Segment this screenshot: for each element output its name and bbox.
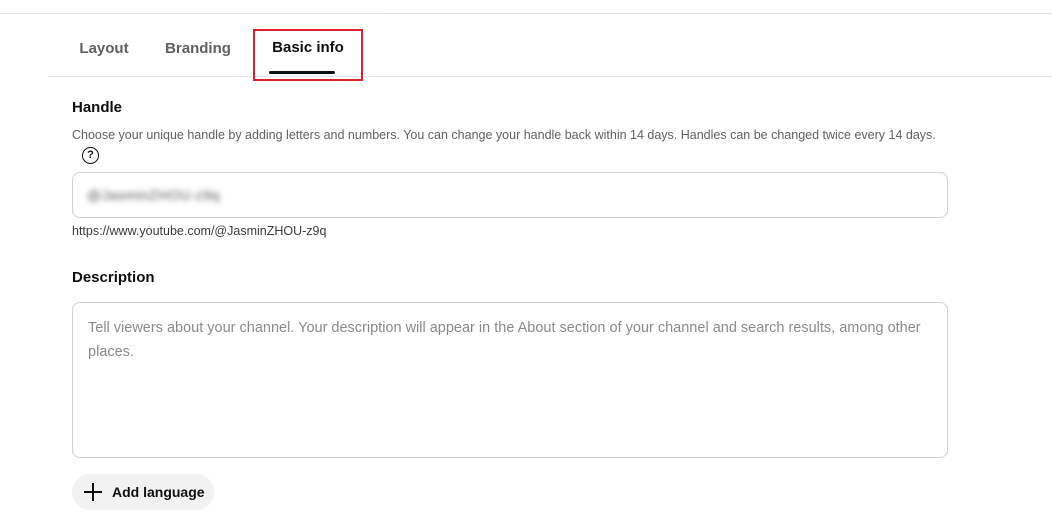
tab-basic-info-label: Basic info — [272, 38, 344, 56]
handle-input-value: @JasminZHOU-z9q — [87, 187, 220, 203]
handle-input[interactable]: @JasminZHOU-z9q — [72, 172, 948, 218]
handle-help-text: Choose your unique handle by adding lett… — [72, 125, 942, 167]
top-header-strip — [0, 0, 1052, 14]
description-section-title: Description — [72, 269, 155, 286]
active-tab-indicator — [269, 71, 335, 74]
add-language-label: Add language — [112, 484, 205, 500]
description-placeholder: Tell viewers about your channel. Your de… — [88, 320, 921, 360]
tab-layout-label: Layout — [79, 39, 129, 57]
tab-branding-label: Branding — [165, 39, 231, 57]
handle-help-text-content: Choose your unique handle by adding lett… — [72, 128, 936, 142]
handle-url: https://www.youtube.com/@JasminZHOU-z9q — [72, 224, 327, 238]
description-textarea[interactable]: Tell viewers about your channel. Your de… — [72, 302, 948, 458]
top-header-segment — [385, 0, 1052, 14]
add-language-button[interactable]: Add language — [72, 474, 214, 510]
help-circle-icon[interactable]: ? — [82, 147, 99, 165]
tab-basic-info[interactable]: Basic info — [253, 29, 363, 81]
tab-branding[interactable]: Branding — [165, 24, 231, 72]
plus-icon — [84, 483, 102, 501]
handle-section-title: Handle — [72, 99, 123, 116]
tab-bar: Layout Branding Basic info — [48, 28, 1052, 81]
tab-layout[interactable]: Layout — [79, 24, 129, 72]
